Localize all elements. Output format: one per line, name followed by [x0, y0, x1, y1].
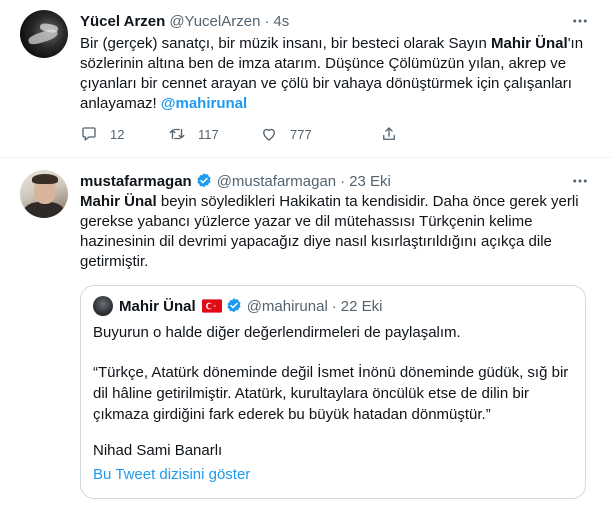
retweet-count: 117 [198, 126, 219, 142]
tweet[interactable]: Yücel Arzen @YucelArzen · 4s Bir (gerçek… [0, 0, 612, 158]
verified-badge-icon [197, 173, 211, 188]
quoted-tweet[interactable]: Mahir Ünal @mahirunal · 22 Eki Buyurun o… [80, 285, 586, 499]
author-handle[interactable]: @mustafarmagan [217, 173, 336, 190]
quoted-paragraph: “Türkçe, Atatürk döneminde değil İsmet İ… [93, 364, 569, 423]
author-name[interactable]: Yücel Arzen [80, 13, 165, 30]
tweet-header: Yücel Arzen @YucelArzen · 4s [80, 11, 289, 31]
like-icon [263, 128, 275, 141]
tweet-actions: 12 117 777 [80, 124, 398, 144]
quoted-paragraph: Nihad Sami Banarlı [93, 442, 223, 459]
separator-dot: · [331, 297, 337, 315]
reply-icon [82, 127, 96, 141]
tweet-text: Mahir Ünal beyin söyledikleri Hakikatin … [80, 192, 592, 272]
reply-count: 12 [110, 126, 125, 142]
author-name: Mahir Ünal [119, 297, 196, 315]
like-button[interactable]: 777 [260, 124, 380, 144]
tweet-time[interactable]: 23 Eki [349, 173, 391, 190]
avatar[interactable] [20, 170, 68, 218]
tweet-text-bold: Mahir Ünal [80, 193, 157, 210]
quoted-tweet-header: Mahir Ünal @mahirunal · 22 Eki [93, 296, 382, 316]
tweet-text: Bir (gerçek) sanatçı, bir müzik insanı, … [80, 34, 592, 114]
retweet-button[interactable]: 117 [168, 124, 260, 144]
reply-button[interactable]: 12 [80, 124, 168, 144]
mention-link[interactable]: @mahirunal [161, 95, 247, 112]
share-button[interactable] [380, 124, 398, 144]
like-count: 777 [290, 126, 312, 142]
tweet-time: 22 Eki [340, 297, 383, 315]
author-handle[interactable]: @YucelArzen [169, 13, 260, 30]
tweet-time[interactable]: 4s [273, 13, 289, 30]
avatar[interactable] [20, 10, 68, 58]
turkey-flag-icon [201, 299, 222, 313]
tweet-header: mustafarmagan @mustafarmagan · 23 Eki [80, 171, 391, 191]
more-icon[interactable] [570, 11, 590, 31]
more-icon[interactable] [570, 171, 590, 191]
quoted-paragraph: Buyurun o halde diğer değerlendirmeleri … [93, 324, 461, 341]
tweet[interactable]: mustafarmagan @mustafarmagan · 23 Eki Ma… [0, 158, 612, 506]
separator-dot: · [340, 172, 346, 190]
tweet-text-part: Bir (gerçek) sanatçı, bir müzik insanı, … [80, 35, 491, 52]
retweet-icon [169, 128, 185, 140]
tweet-text-bold: Mahir Ünal [491, 35, 568, 52]
author-handle: @mahirunal [246, 297, 328, 315]
share-icon [383, 127, 395, 140]
verified-badge-icon [227, 298, 241, 313]
avatar [93, 296, 113, 316]
separator-dot: · [264, 12, 270, 30]
show-thread-link[interactable]: Bu Tweet dizisini göster [93, 466, 250, 483]
author-name[interactable]: mustafarmagan [80, 173, 192, 190]
